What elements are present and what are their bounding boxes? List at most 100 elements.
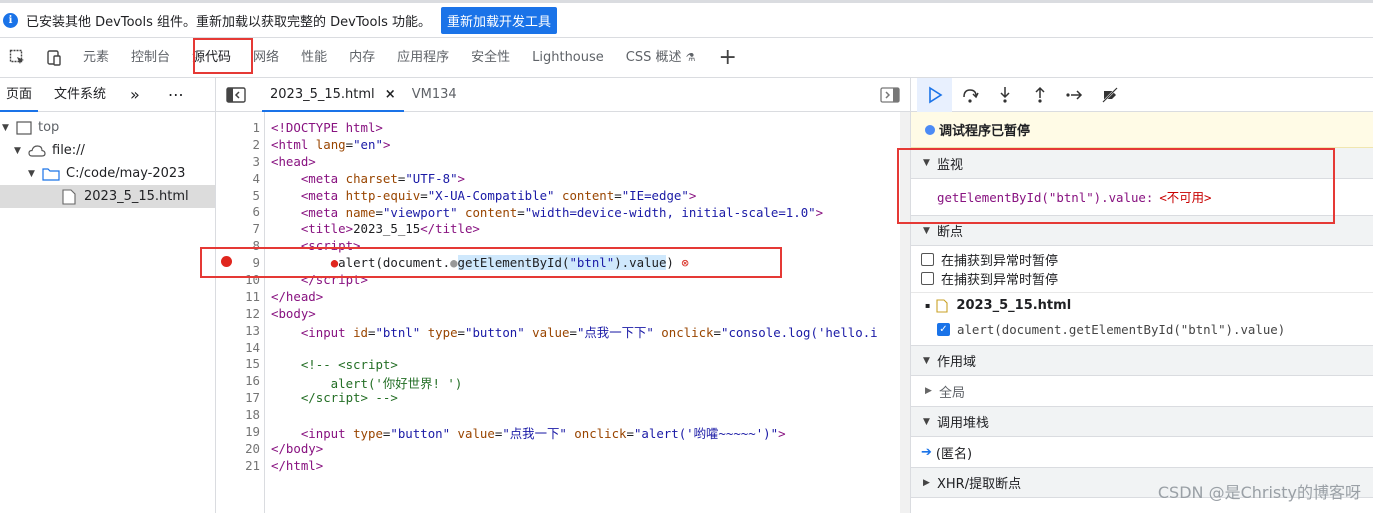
expand-triangle-icon[interactable]: ▶ bbox=[925, 386, 935, 396]
step-over-icon[interactable] bbox=[952, 78, 987, 112]
line-number[interactable]: 12 bbox=[216, 306, 264, 323]
tree-item-folder[interactable]: ▼ C:/code/may-2023 bbox=[0, 162, 215, 185]
line-number[interactable]: 11 bbox=[216, 289, 264, 306]
breakpoint-checkbox[interactable]: ✓ bbox=[937, 322, 950, 336]
expand-triangle-icon[interactable]: ▼ bbox=[14, 146, 24, 156]
code-line: </script> --> bbox=[271, 390, 398, 406]
line-number[interactable]: 15 bbox=[216, 356, 264, 373]
tab-css-overview[interactable]: CSS 概述 ⚗ bbox=[615, 38, 707, 78]
pause-uncaught-label: 在捕获到异常时暂停 bbox=[941, 254, 1059, 269]
editor-tab-file-label: 2023_5_15.html bbox=[270, 86, 375, 102]
tab-console[interactable]: 控制台 bbox=[120, 38, 181, 78]
line-number[interactable]: 13 bbox=[216, 323, 264, 340]
tab-performance[interactable]: 性能 bbox=[290, 38, 338, 78]
breakpoint-entry-code: alert(document.getElementById("btnl").va… bbox=[957, 321, 1286, 337]
code-line: <meta charset="UTF-8"> bbox=[300, 170, 465, 186]
source-editor: 2023_5_15.html × VM134 1 2 3 4 5 6 7 8 9… bbox=[216, 78, 910, 513]
watermark: CSDN @是Christy的博客呀 bbox=[1157, 483, 1361, 502]
tree-item-origin[interactable]: ▼ file:// bbox=[0, 139, 215, 162]
nav-tab-page[interactable]: 页面 bbox=[0, 78, 39, 112]
breakpoint-file-name: 2023_5_15.html bbox=[956, 298, 1072, 313]
add-tab-icon[interactable]: + bbox=[707, 38, 749, 78]
code-line: </body> bbox=[271, 441, 324, 457]
nav-tab-filesystem[interactable]: 文件系统 bbox=[48, 78, 112, 112]
editor-tab-vm[interactable]: VM134 bbox=[404, 78, 465, 112]
line-number[interactable]: 16 bbox=[216, 373, 264, 390]
callstack-frame[interactable]: ➔ (匿名) bbox=[911, 437, 1373, 467]
inspect-element-icon[interactable] bbox=[0, 38, 36, 78]
deactivate-breakpoints-icon[interactable] bbox=[1092, 78, 1127, 112]
pause-caught-label: 在捕获到异常时暂停 bbox=[941, 273, 1059, 288]
line-number[interactable]: 21 bbox=[216, 458, 264, 475]
expand-triangle-icon[interactable]: ▼ bbox=[2, 123, 12, 133]
line-number[interactable]: 14 bbox=[216, 340, 264, 357]
toggle-debugger-icon[interactable] bbox=[880, 87, 900, 107]
line-number[interactable]: 3 bbox=[216, 154, 264, 171]
collapse-triangle-icon[interactable]: ▪ bbox=[925, 301, 930, 310]
close-tab-icon[interactable]: × bbox=[385, 87, 396, 102]
tree-item-file[interactable]: 2023_5_15.html bbox=[0, 185, 215, 208]
collapse-triangle-icon[interactable]: ▼ bbox=[923, 417, 933, 427]
paused-banner: 调试程序已暂停 bbox=[911, 112, 1373, 148]
expand-triangle-icon[interactable]: ▶ bbox=[923, 478, 933, 488]
line-number[interactable]: 17 bbox=[216, 390, 264, 407]
editor-tab-file[interactable]: 2023_5_15.html × bbox=[262, 78, 404, 112]
code-line: <html lang="en"> bbox=[271, 136, 391, 152]
code-line: <body> bbox=[271, 305, 316, 321]
tab-application[interactable]: 应用程序 bbox=[386, 38, 460, 78]
frame-icon bbox=[16, 120, 32, 135]
line-number[interactable]: 18 bbox=[216, 407, 264, 424]
tab-security[interactable]: 安全性 bbox=[460, 38, 521, 78]
code-line: <head> bbox=[271, 153, 316, 169]
collapse-triangle-icon[interactable]: ▼ bbox=[923, 356, 933, 366]
highlight-box-watch bbox=[897, 148, 1335, 224]
line-number[interactable]: 2 bbox=[216, 137, 264, 154]
code-line: <!DOCTYPE html> bbox=[271, 120, 383, 135]
scope-section-header[interactable]: ▼ 作用域 bbox=[911, 345, 1373, 376]
tree-item-top[interactable]: ▼ top bbox=[0, 116, 215, 139]
tab-memory[interactable]: 内存 bbox=[338, 38, 386, 78]
pause-caught-option[interactable]: 在捕获到异常时暂停 bbox=[911, 267, 1373, 288]
line-number[interactable]: 7 bbox=[216, 221, 264, 238]
line-number[interactable]: 20 bbox=[216, 441, 264, 458]
step-icon[interactable] bbox=[1057, 78, 1092, 112]
tab-lighthouse[interactable]: Lighthouse bbox=[521, 38, 615, 78]
tab-elements[interactable]: 元素 bbox=[72, 38, 120, 78]
line-number[interactable]: 5 bbox=[216, 188, 264, 205]
code-line: <!-- <script> bbox=[300, 356, 398, 372]
more-options-icon[interactable]: ⋯ bbox=[162, 78, 191, 112]
line-number[interactable]: 4 bbox=[216, 171, 264, 188]
code-area[interactable]: <!DOCTYPE html> <html lang="en"> <head> … bbox=[264, 112, 900, 513]
line-number[interactable]: 19 bbox=[216, 424, 264, 441]
folder-icon bbox=[42, 167, 60, 181]
file-icon bbox=[936, 298, 948, 313]
step-into-icon[interactable] bbox=[987, 78, 1022, 112]
step-out-icon[interactable] bbox=[1022, 78, 1057, 112]
line-number[interactable]: 1 bbox=[216, 120, 264, 137]
device-toolbar-icon[interactable] bbox=[36, 38, 72, 78]
info-icon: i bbox=[3, 12, 18, 28]
resume-icon[interactable] bbox=[917, 77, 952, 112]
expand-triangle-icon[interactable]: ▼ bbox=[28, 169, 38, 179]
code-line: </html> bbox=[271, 458, 324, 473]
code-line: <title>2023_5_15</title> bbox=[300, 221, 480, 237]
scope-global-label: 全局 bbox=[939, 385, 966, 401]
scope-title: 作用域 bbox=[937, 355, 977, 370]
line-gutter[interactable]: 1 2 3 4 5 6 7 8 9 10 11 12 13 14 15 16 1… bbox=[216, 120, 264, 475]
scope-global-row[interactable]: ▶ 全局 bbox=[911, 376, 1373, 406]
breakpoint-entry[interactable]: ✓ alert(document.getElementById("btnl").… bbox=[911, 318, 1373, 340]
pause-uncaught-option[interactable]: 在捕获到异常时暂停 bbox=[911, 246, 1373, 269]
collapse-triangle-icon[interactable]: ▼ bbox=[923, 226, 933, 236]
more-tabs-icon[interactable]: » bbox=[124, 78, 146, 112]
line-number[interactable]: 6 bbox=[216, 204, 264, 221]
reload-devtools-button[interactable]: 重新加载开发工具 bbox=[440, 6, 557, 34]
checkbox[interactable] bbox=[921, 272, 934, 285]
breakpoint-file-row[interactable]: ▪ 2023_5_15.html bbox=[911, 292, 1373, 318]
callstack-section-header[interactable]: ▼ 调用堆栈 bbox=[911, 406, 1373, 437]
callstack-frame-label: (匿名) bbox=[935, 446, 973, 462]
toggle-navigator-icon[interactable] bbox=[216, 78, 256, 112]
checkbox[interactable] bbox=[921, 253, 934, 266]
tab-css-overview-label: CSS 概述 bbox=[625, 49, 682, 65]
